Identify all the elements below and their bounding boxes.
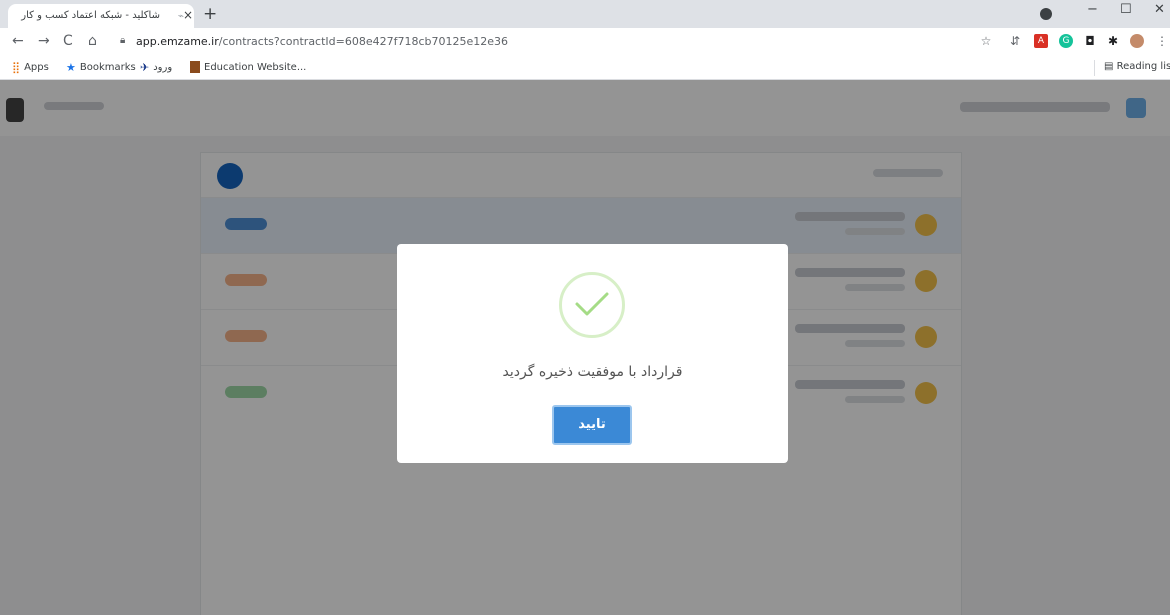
bird-icon: ✈ xyxy=(140,61,150,74)
url-path: /contracts?contractId=608e427f718cb70125… xyxy=(218,35,509,48)
bookmarks-bar: ⣿ Apps ★ Bookmarks ✈ ورود Education Webs… xyxy=(0,56,1170,80)
puzzle-icon[interactable]: ✱ xyxy=(1106,34,1120,48)
url-text[interactable]: app.emzame.ir/contracts?contractId=608e4… xyxy=(136,35,508,48)
reading-list-button[interactable]: ▤ Reading list xyxy=(1104,61,1170,72)
modal-overlay[interactable]: قرارداد با موفقیت ذخیره گردید تایید xyxy=(0,80,1170,615)
bookmark-education[interactable]: Education Website... xyxy=(190,61,306,73)
book-icon xyxy=(190,61,200,73)
browser-tab[interactable]: × شاکلید - شبکه اعتماد کسب و کار ⌁ xyxy=(8,4,194,28)
address-bar[interactable]: 🔒︎ app.emzame.ir/contracts?contractId=60… xyxy=(108,31,968,53)
menu-kebab-icon[interactable]: ⋮ xyxy=(1155,34,1169,48)
media-icon[interactable]: ◘ xyxy=(1083,34,1097,48)
success-check-icon xyxy=(559,272,625,338)
extension-icon[interactable]: ⇵ xyxy=(1008,34,1022,48)
url-host: app.emzame.ir xyxy=(136,35,219,48)
bookmark-label: Education Website... xyxy=(204,61,307,73)
profile-icon[interactable] xyxy=(1040,8,1052,20)
close-window-button[interactable]: ✕ xyxy=(1154,2,1165,17)
back-icon[interactable]: ← xyxy=(12,33,24,49)
bookmark-label: Apps xyxy=(24,62,49,73)
tab-close-icon[interactable]: × xyxy=(183,8,193,22)
forward-icon[interactable]: → xyxy=(38,33,50,49)
tab-strip: × شاکلید - شبکه اعتماد کسب و کار ⌁ + − ☐… xyxy=(0,0,1170,28)
browser-chrome: × شاکلید - شبکه اعتماد کسب و کار ⌁ + − ☐… xyxy=(0,0,1170,80)
home-icon[interactable]: ⌂ xyxy=(88,33,97,49)
confirm-button[interactable]: تایید xyxy=(552,405,632,445)
new-tab-button[interactable]: + xyxy=(203,4,217,24)
site-favicon-icon: ⌁ xyxy=(177,11,184,22)
bookmark-label: ورود xyxy=(153,62,173,73)
bookmark-login[interactable]: ✈ ورود xyxy=(140,61,172,74)
bookmark-label: Bookmarks xyxy=(79,62,136,73)
lock-icon[interactable]: 🔒︎ xyxy=(120,35,125,46)
reload-icon[interactable]: C xyxy=(63,33,73,49)
reading-list-label: Reading list xyxy=(1116,61,1170,72)
tab-title: شاکلید - شبکه اعتماد کسب و کار xyxy=(21,10,160,21)
minimize-button[interactable]: − xyxy=(1087,2,1098,17)
divider xyxy=(1094,60,1095,76)
browser-toolbar: ← → C ⌂ 🔒︎ app.emzame.ir/contracts?contr… xyxy=(0,28,1170,56)
bookmark-star-icon[interactable]: ☆ xyxy=(979,34,993,48)
pdf-extension-icon[interactable]: A xyxy=(1034,34,1048,48)
dialog-message: قرارداد با موفقیت ذخیره گردید xyxy=(502,364,683,380)
maximize-button[interactable]: ☐ xyxy=(1120,2,1132,17)
page-content: قرارداد با موفقیت ذخیره گردید تایید xyxy=(0,80,1170,615)
bookmark-apps[interactable]: ⣿ Apps xyxy=(12,61,49,74)
avatar[interactable] xyxy=(1130,34,1144,48)
apps-grid-icon: ⣿ xyxy=(12,61,21,74)
grammarly-icon[interactable]: G xyxy=(1059,34,1073,48)
bookmark-bookmarks[interactable]: ★ Bookmarks xyxy=(66,61,136,74)
star-icon: ★ xyxy=(66,61,76,74)
success-dialog: قرارداد با موفقیت ذخیره گردید تایید xyxy=(397,244,788,463)
